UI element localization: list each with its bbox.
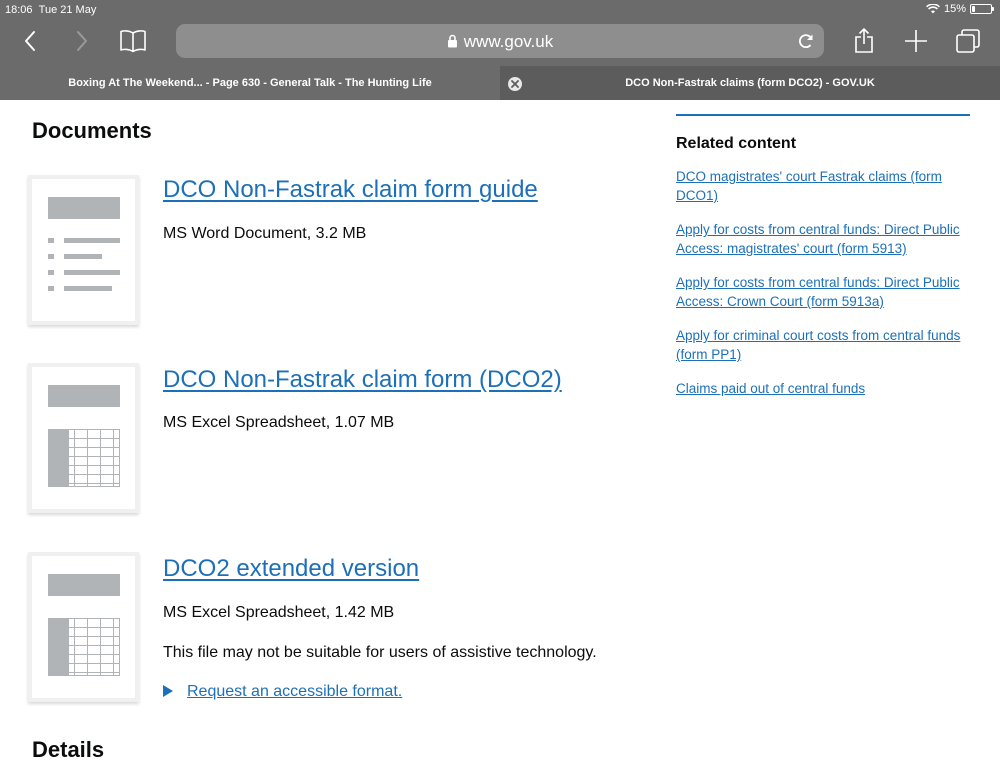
lock-icon <box>447 33 458 53</box>
word-document-icon[interactable] <box>32 179 135 321</box>
chevron-left-icon[interactable] <box>18 26 42 56</box>
related-content-title: Related content <box>676 135 797 152</box>
documents-heading: Documents <box>32 118 152 143</box>
document-link[interactable]: DCO Non-Fastrak claim form (DCO2) <box>163 366 562 394</box>
address-bar[interactable]: www.gov.uk <box>176 24 824 58</box>
document-metadata: MS Excel Spreadsheet, 1.42 MB <box>163 604 395 621</box>
document-item: DCO Non-Fastrak claim form guide MS Word… <box>32 176 652 324</box>
reload-icon[interactable] <box>796 31 816 56</box>
document-metadata: MS Excel Spreadsheet, 1.07 MB <box>163 414 395 431</box>
address-url: www.gov.uk <box>463 32 554 51</box>
related-link[interactable]: DCO magistrates' court Fastrak claims (f… <box>676 167 970 205</box>
book-icon[interactable] <box>118 26 148 56</box>
document-metadata: MS Word Document, 3.2 MB <box>163 225 367 242</box>
document-item: DCO2 extended version MS Excel Spreadshe… <box>32 555 652 701</box>
page-content: Documents DCO Non-Fastrak claim form gui… <box>0 100 1000 762</box>
related-link[interactable]: Apply for criminal court costs from cent… <box>676 326 970 364</box>
wifi-icon <box>926 4 940 14</box>
spreadsheet-icon[interactable] <box>32 367 135 509</box>
spreadsheet-icon[interactable] <box>32 556 135 698</box>
battery-icon <box>970 4 994 14</box>
tab-label: DCO Non-Fastrak claims (form DCO2) - GOV… <box>625 77 875 89</box>
related-links: DCO magistrates' court Fastrak claims (f… <box>676 167 970 398</box>
share-icon[interactable] <box>852 26 876 56</box>
browser-toolbar: www.gov.uk <box>0 20 1000 66</box>
tab-hunting-life[interactable]: Boxing At The Weekend... - Page 630 - Ge… <box>0 66 500 100</box>
related-link[interactable]: Apply for costs from central funds: Dire… <box>676 220 970 258</box>
accessibility-notice: This file may not be suitable for users … <box>163 644 597 661</box>
document-link[interactable]: DCO2 extended version <box>163 555 419 583</box>
tab-label: Boxing At The Weekend... - Page 630 - Ge… <box>68 77 432 89</box>
status-time: 18:06 <box>5 4 33 16</box>
browser-chrome: 18:06 Tue 21 May 15% www.gov.uk Boxing A… <box>0 0 1000 100</box>
details-heading: Details <box>32 737 105 762</box>
plus-icon[interactable] <box>903 26 929 56</box>
request-accessible-format-link[interactable]: Request an accessible format. <box>163 683 402 701</box>
chevron-right-icon[interactable] <box>70 26 94 56</box>
document-link[interactable]: DCO Non-Fastrak claim form guide <box>163 176 538 204</box>
close-icon[interactable] <box>508 77 522 91</box>
battery-percent: 15% <box>943 3 966 15</box>
related-content: Related content DCO magistrates' court F… <box>676 114 970 413</box>
battery-level <box>972 6 975 12</box>
tabs-icon[interactable] <box>954 26 982 56</box>
triangle-right-icon <box>163 685 173 697</box>
status-bar: 18:06 Tue 21 May 15% <box>0 0 1000 20</box>
document-item: DCO Non-Fastrak claim form (DCO2) MS Exc… <box>32 366 652 512</box>
related-link[interactable]: Apply for costs from central funds: Dire… <box>676 273 970 311</box>
related-link[interactable]: Claims paid out of central funds <box>676 379 970 398</box>
status-date: Tue 21 May <box>38 4 97 16</box>
tab-gov-uk[interactable]: DCO Non-Fastrak claims (form DCO2) - GOV… <box>500 66 1000 100</box>
tab-bar: Boxing At The Weekend... - Page 630 - Ge… <box>0 66 1000 100</box>
